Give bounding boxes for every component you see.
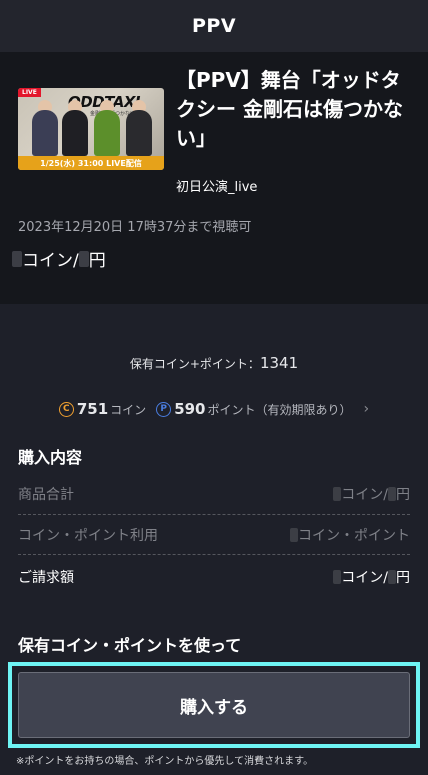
point-priority-note: ※ポイントをお持ちの場合、ポイントから優先して消費されます。 [16, 756, 314, 767]
live-tag: LIVE [18, 88, 41, 97]
balance-detail[interactable]: C 751 コイン P 590 ポイント （有効期限あり） › [0, 400, 428, 418]
price-yen-label: 円 [88, 251, 106, 271]
subtotal-value: コイン/ 円 [333, 484, 410, 504]
page-title: PPV [191, 15, 237, 37]
coin-usage-label: コイン・ポイント利用 [18, 528, 158, 544]
billing-value: コイン/ 円 [333, 567, 410, 587]
divider [18, 554, 410, 555]
point-count: 590 [174, 400, 206, 418]
product-thumbnail: LIVE ODDTAXI 金剛石は傷つかない 1/25(水) 31:00 LIV… [18, 88, 164, 170]
balance-label: 保有コイン+ポイント： [129, 357, 260, 371]
balance-total: 1341 [259, 354, 299, 372]
billing-row: ご請求額 コイン/ 円 [18, 557, 410, 597]
viewing-deadline: 2023年12月20日 17時37分まで視聴可 [18, 220, 252, 235]
product-price: コイン/ 円 [12, 246, 106, 271]
coin-count: 751 [76, 400, 109, 418]
buy-button[interactable]: 購入する [18, 672, 410, 738]
coin-usage-value: コイン・ポイント [290, 525, 410, 545]
coin-usage-row: コイン・ポイント利用 コイン・ポイント [18, 515, 410, 555]
thumbnail-banner: 1/25(水) 31:00 LIVE配信 [18, 156, 164, 170]
app-header: PPV [0, 0, 428, 52]
point-note: （有効期限あり） [255, 402, 352, 417]
chevron-right-icon[interactable]: › [364, 401, 370, 417]
point-icon: P [156, 401, 172, 417]
billing-label: ご請求額 [18, 570, 74, 586]
coin-icon: C [58, 401, 74, 417]
subtotal-row: 商品合計 コイン/ 円 [18, 474, 410, 514]
subtotal-label: 商品合計 [18, 487, 74, 503]
coin-unit: コイン [110, 402, 147, 417]
purchase-section-title: 購入内容 [18, 448, 83, 467]
point-unit: ポイント [207, 402, 256, 417]
product-title: 【PPV】舞台「オッドタクシー 金剛石は傷つかない」 [176, 68, 403, 150]
buy-button-highlight: 購入する [8, 662, 420, 748]
price-coin-label: コイン/ [22, 251, 79, 271]
use-balance-label: 保有コイン・ポイントを使って [18, 636, 242, 655]
balance-summary: 保有コイン+ポイント：1341 [0, 354, 428, 372]
product-subtitle: 初日公演_live [176, 180, 258, 195]
